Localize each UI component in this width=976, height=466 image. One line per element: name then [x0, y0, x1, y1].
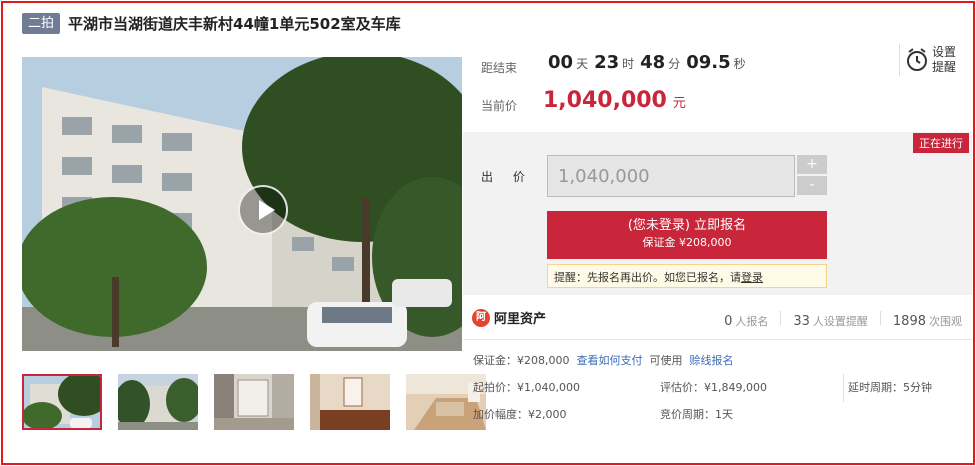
login-hint: 提醒：先报名再出价。如您已报名，请登录 — [547, 264, 827, 288]
decrease-bid-button[interactable]: - — [797, 176, 827, 195]
reminder-unit: 人设置提醒 — [812, 315, 868, 328]
thumbnail-4[interactable] — [310, 374, 390, 430]
divider — [780, 311, 782, 325]
thumbnail-illustration — [310, 374, 390, 430]
thumbnail-illustration — [22, 374, 102, 430]
hint-text: 提醒：先报名再出价。如您已报名，请 — [554, 271, 741, 284]
thumbnail-2[interactable] — [118, 374, 198, 430]
thumbnail-1[interactable] — [22, 374, 102, 430]
play-video-icon[interactable] — [238, 185, 288, 235]
deposit-line: 保证金：¥208,000 查看如何支付 可使用 赊线报名 — [473, 352, 734, 368]
apply-button-label: (您未登录) 立即报名 — [627, 218, 747, 233]
platform-logo[interactable]: 阿 阿里资产 — [472, 308, 546, 327]
stats-row: 阿 阿里资产 0 人报名 33 人设置提醒 1898 次围观 — [463, 296, 972, 340]
countdown-label: 距结束 — [481, 61, 518, 75]
countdown-days: 00 — [548, 52, 574, 73]
price-increment: 加价幅度：¥2,000 — [473, 408, 567, 421]
divider — [879, 311, 881, 325]
bid-period: 竞价周期：1天 — [660, 408, 733, 421]
current-price-unit: 元 — [672, 96, 686, 111]
countdown-timer: 00 天 23 时 48 分 09.5 秒 — [548, 52, 752, 73]
delay-period: 延时周期：5分钟 — [848, 381, 932, 394]
bid-label: 出 价 — [481, 170, 533, 184]
countdown-days-unit: 天 — [576, 57, 589, 71]
alarm-clock-icon — [907, 48, 927, 71]
countdown-hours: 23 — [594, 52, 620, 73]
start-price: 起拍价：¥1,040,000 — [473, 381, 580, 394]
thumbnail-strip — [22, 374, 486, 430]
current-price: 1,040,000 元 — [543, 88, 686, 113]
how-to-pay-link[interactable]: 查看如何支付 — [577, 354, 643, 367]
thumbnail-illustration — [118, 374, 198, 430]
current-price-label: 当前价 — [481, 99, 518, 113]
title-row: 二拍 平湖市当湖街道庆丰新村44幢1单元502室及车库 — [22, 13, 401, 34]
countdown-hours-unit: 时 — [622, 57, 635, 71]
reminder-label-1: 设置 — [932, 45, 957, 59]
view-count: 1898 — [892, 314, 926, 329]
stats: 0 人报名 33 人设置提醒 1898 次围观 — [724, 311, 962, 329]
divider — [843, 374, 844, 402]
platform-name: 阿里资产 — [494, 312, 547, 327]
countdown-minutes-unit: 分 — [668, 57, 681, 71]
platform-logo-icon: 阿 — [472, 308, 490, 327]
signup-unit: 人报名 — [735, 315, 769, 328]
reminder-label-2: 提醒 — [932, 60, 957, 74]
set-reminder-button[interactable]: 设置 提醒 — [899, 44, 965, 76]
view-unit: 次围观 — [929, 315, 962, 328]
apply-button-deposit: 保证金 ¥208,000 — [642, 236, 732, 249]
current-price-value: 1,040,000 — [543, 88, 667, 113]
bid-amount-input[interactable]: 1,040,000 — [547, 155, 795, 197]
price-panel: 距结束 00 天 23 时 48 分 09.5 秒 当前价 1,040,000 元 设置… — [473, 40, 969, 132]
listing-title: 平湖市当湖街道庆丰新村44幢1单元502室及车库 — [68, 15, 401, 33]
thumbnail-illustration — [214, 374, 294, 430]
signup-count: 0 — [724, 314, 733, 329]
countdown-seconds-unit: 秒 — [733, 57, 746, 71]
login-link[interactable]: 登录 — [741, 271, 763, 284]
increase-bid-button[interactable]: + — [797, 155, 827, 174]
apply-now-button[interactable]: (您未登录) 立即报名 保证金 ¥208,000 — [547, 211, 827, 259]
reminder-count: 33 — [793, 314, 810, 329]
eval-price: 评估价：¥1,849,000 — [660, 381, 767, 394]
status-badge: 正在进行 — [913, 133, 969, 153]
thumbnail-3[interactable] — [214, 374, 294, 430]
deposit-text: 保证金：¥208,000 — [473, 354, 570, 367]
credit-apply-link[interactable]: 赊线报名 — [690, 354, 734, 367]
countdown-seconds: 09.5 — [686, 52, 731, 73]
countdown-minutes: 48 — [640, 52, 666, 73]
main-photo[interactable] — [22, 57, 462, 351]
round-tag: 二拍 — [22, 13, 61, 34]
can-use-text: 可使用 — [649, 354, 683, 367]
bid-panel: 正在进行 出 价 1,040,000 + - (您未登录) 立即报名 保证金 ¥… — [463, 132, 972, 295]
